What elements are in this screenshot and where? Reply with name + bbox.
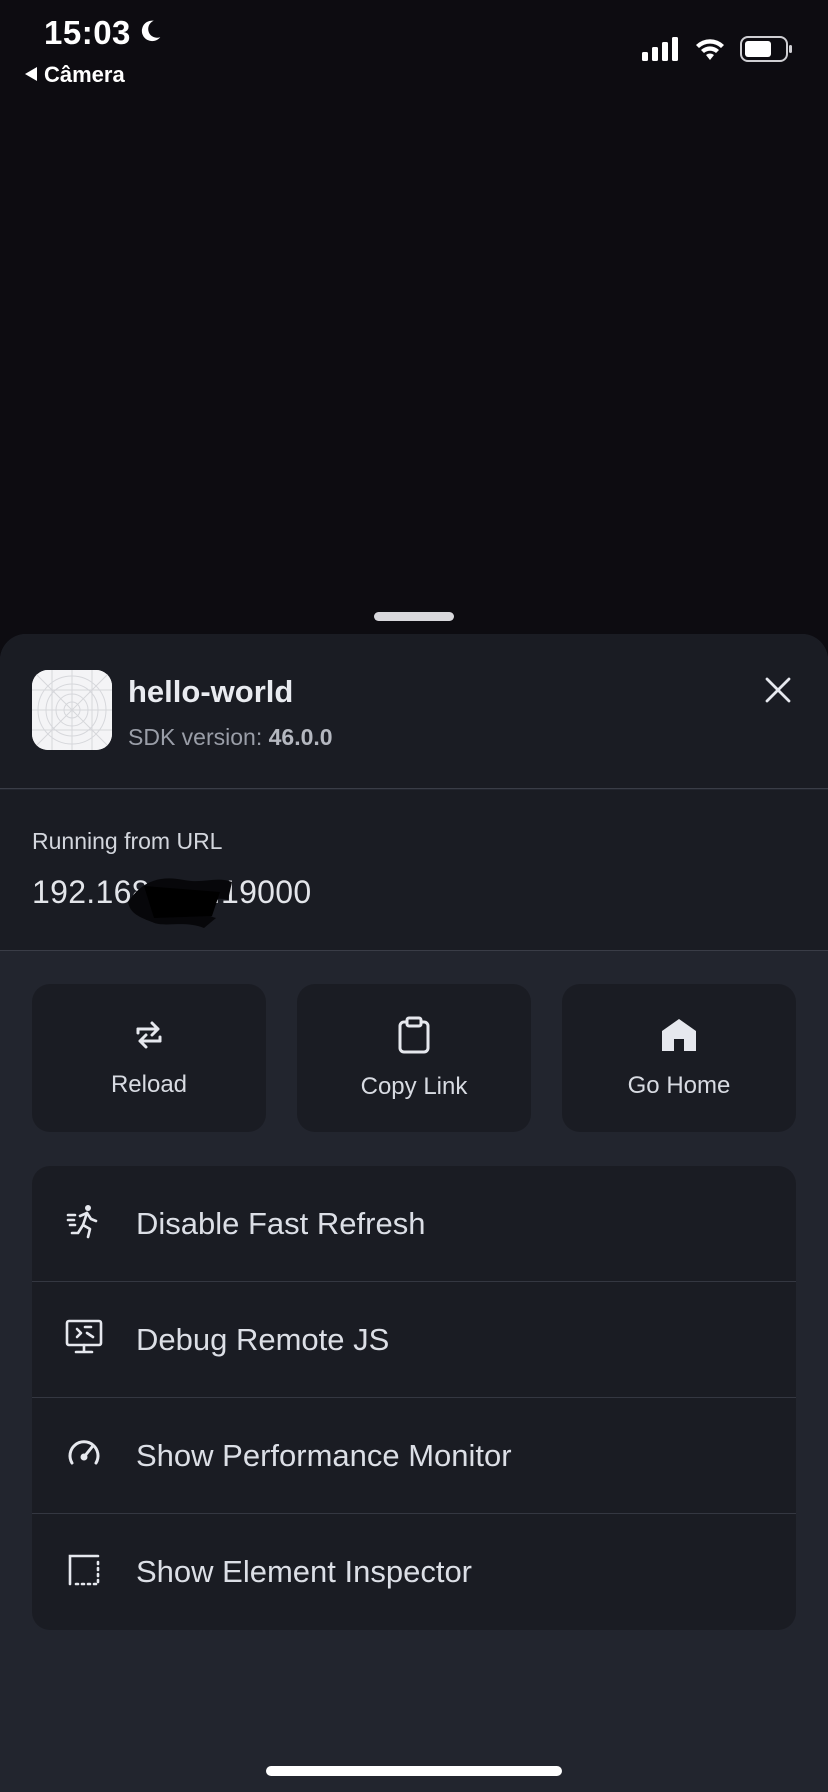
dev-menu-list: Disable Fast Refresh Debug Remote JS Sho… bbox=[32, 1166, 796, 1630]
dev-menu-sheet: hello-world SDK version: 46.0.0 Running … bbox=[0, 634, 828, 1792]
url-section: Running from URL 192.168:19000 bbox=[0, 790, 828, 951]
menu-label-performance-monitor: Show Performance Monitor bbox=[136, 1437, 512, 1473]
copy-link-label: Copy Link bbox=[360, 1072, 468, 1100]
menu-label-debug-remote-js: Debug Remote JS bbox=[136, 1321, 390, 1357]
sdk-label: SDK version: bbox=[128, 724, 263, 750]
back-label: Câmera bbox=[44, 62, 125, 87]
menu-label-fast-refresh: Disable Fast Refresh bbox=[136, 1205, 426, 1241]
menu-item-fast-refresh[interactable]: Disable Fast Refresh bbox=[32, 1166, 796, 1282]
go-home-label: Go Home bbox=[627, 1071, 731, 1099]
sdk-version: 46.0.0 bbox=[268, 724, 333, 750]
inspector-icon bbox=[67, 1553, 101, 1592]
home-icon bbox=[660, 1017, 698, 1058]
status-time-text: 15:03 bbox=[44, 14, 131, 51]
go-home-button[interactable]: Go Home bbox=[562, 984, 796, 1132]
cellular-signal-icon bbox=[642, 37, 680, 66]
redaction-scribble bbox=[124, 872, 236, 930]
menu-item-debug-remote-js[interactable]: Debug Remote JS bbox=[32, 1282, 796, 1398]
app-icon bbox=[32, 670, 112, 750]
sheet-header: hello-world SDK version: 46.0.0 bbox=[0, 634, 828, 789]
menu-label-element-inspector: Show Element Inspector bbox=[136, 1554, 473, 1589]
status-time: 15:03 bbox=[44, 14, 163, 52]
url-label: Running from URL bbox=[32, 828, 223, 854]
back-to-app-link[interactable]: Câmera bbox=[24, 62, 125, 88]
debug-monitor-icon bbox=[65, 1319, 103, 1360]
battery-icon bbox=[740, 36, 794, 67]
back-triangle-icon bbox=[24, 62, 38, 88]
home-indicator[interactable] bbox=[266, 1766, 562, 1776]
reload-label: Reload bbox=[110, 1070, 188, 1098]
app-screen: 15:03 Câmera hello-world SDK version: 46… bbox=[0, 0, 828, 1792]
sheet-grabber[interactable] bbox=[374, 612, 454, 621]
app-name: hello-world bbox=[128, 674, 294, 709]
sdk-version-line: SDK version: 46.0.0 bbox=[128, 724, 333, 751]
status-icons bbox=[642, 36, 794, 67]
quick-actions: Reload Copy Link Go Home bbox=[32, 984, 796, 1132]
menu-item-element-inspector[interactable]: Show Element Inspector bbox=[32, 1514, 796, 1630]
moon-icon bbox=[137, 14, 163, 52]
speedometer-icon bbox=[66, 1435, 102, 1476]
copy-link-button[interactable]: Copy Link bbox=[297, 984, 531, 1132]
wifi-icon bbox=[694, 37, 726, 66]
running-person-icon bbox=[66, 1203, 102, 1244]
reload-button[interactable]: Reload bbox=[32, 984, 266, 1132]
close-icon bbox=[764, 676, 792, 709]
reload-icon bbox=[132, 1018, 166, 1057]
close-button[interactable] bbox=[756, 670, 800, 714]
menu-item-performance-monitor[interactable]: Show Performance Monitor bbox=[32, 1398, 796, 1514]
clipboard-icon bbox=[397, 1016, 431, 1059]
